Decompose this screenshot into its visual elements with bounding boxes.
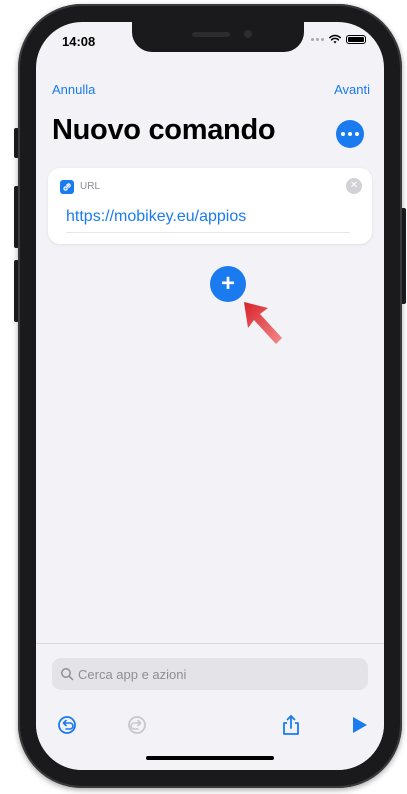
search-icon: [61, 668, 74, 681]
more-options-button[interactable]: [336, 120, 364, 148]
url-field[interactable]: https://mobikey.eu/appios: [66, 208, 246, 226]
notch: [132, 22, 304, 52]
next-button[interactable]: Avanti: [334, 82, 370, 97]
front-camera: [244, 30, 252, 38]
play-icon[interactable]: [348, 714, 370, 736]
undo-icon[interactable]: [56, 714, 78, 736]
add-action-button[interactable]: +: [210, 266, 246, 302]
link-icon: [60, 180, 74, 194]
stage: 14:08 Annulla Avanti Nuovo comando URL ✕…: [0, 0, 407, 794]
search-placeholder: Cerca app e azioni: [78, 666, 187, 682]
home-indicator[interactable]: [146, 756, 274, 760]
bottom-panel: Cerca app e azioni: [36, 643, 384, 770]
speaker-grille: [192, 32, 230, 37]
plus-icon: +: [220, 270, 235, 297]
battery-icon: [346, 34, 366, 44]
ellipsis-icon: [341, 132, 345, 136]
status-time: 14:08: [62, 34, 96, 49]
cancel-button[interactable]: Annulla: [52, 82, 95, 97]
wifi-icon: [329, 34, 341, 44]
status-icons: [311, 34, 366, 44]
search-input[interactable]: Cerca app e azioni: [52, 658, 368, 690]
signal-icon: [311, 37, 324, 41]
field-divider: [66, 232, 350, 233]
redo-icon[interactable]: [126, 714, 148, 736]
share-icon[interactable]: [280, 714, 302, 736]
action-label: URL: [80, 181, 101, 192]
arrow-pointer-icon: [244, 302, 282, 344]
phone-frame: 14:08 Annulla Avanti Nuovo comando URL ✕…: [18, 4, 402, 788]
url-action-card[interactable]: URL ✕ https://mobikey.eu/appios: [48, 168, 372, 244]
page-title: Nuovo comando: [52, 114, 276, 146]
screen: 14:08 Annulla Avanti Nuovo comando URL ✕…: [36, 22, 384, 770]
close-icon[interactable]: ✕: [346, 178, 362, 194]
